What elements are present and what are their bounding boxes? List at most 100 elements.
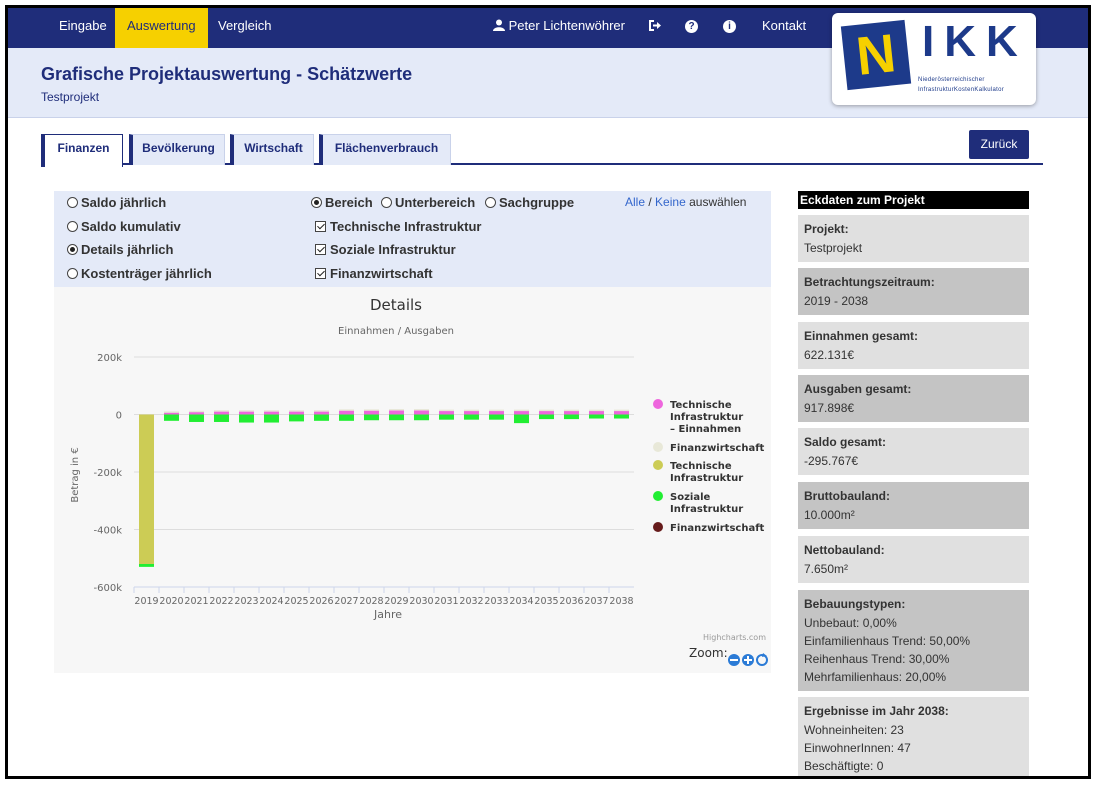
legend-item[interactable]: Technische Infrastruktur – Einnahmen: [653, 399, 743, 435]
radio-unterbereich[interactable]: Unterbereich: [381, 195, 475, 210]
user-name: Peter Lichtenwöhrer: [508, 18, 625, 33]
zoom-in-icon[interactable]: [742, 654, 754, 666]
checkbox[interactable]: [315, 221, 326, 232]
chart-bar[interactable]: [314, 414, 329, 421]
chart-bar[interactable]: [189, 410, 204, 413]
chart-bar[interactable]: [314, 410, 329, 412]
info-icon[interactable]: i: [723, 8, 736, 48]
radio-details-jaehrlich[interactable]: Details jährlich: [67, 242, 173, 257]
radio-saldo-kumulativ[interactable]: Saldo kumulativ: [67, 219, 181, 234]
chart-bar[interactable]: [489, 409, 504, 412]
zoom-reset-icon[interactable]: [756, 653, 768, 666]
checkbox[interactable]: [315, 244, 326, 255]
chart-bar[interactable]: [414, 414, 429, 421]
chart-bar[interactable]: [514, 409, 529, 412]
nav-kontakt[interactable]: Kontakt: [762, 8, 806, 48]
radio-button[interactable]: [381, 197, 392, 208]
chart-bar[interactable]: [239, 410, 254, 412]
checkbox[interactable]: [315, 268, 326, 279]
chart-bar[interactable]: [589, 409, 604, 412]
chart-bar[interactable]: [414, 409, 429, 411]
chart-bar[interactable]: [364, 410, 379, 415]
nav-eingabe[interactable]: Eingabe: [47, 8, 119, 48]
chart-bar[interactable]: [614, 409, 629, 412]
chart-bar[interactable]: [139, 564, 154, 567]
chart-bar[interactable]: [289, 410, 304, 412]
legend-item[interactable]: Technische Infrastruktur: [653, 460, 743, 484]
back-button[interactable]: Zurück: [969, 130, 1029, 159]
chart-bar[interactable]: [389, 409, 404, 415]
chart-bar[interactable]: [139, 414, 154, 565]
chart-bar[interactable]: [264, 414, 279, 423]
chart-bar[interactable]: [239, 414, 254, 423]
logo-n-block: N: [840, 19, 912, 91]
chart-bar[interactable]: [614, 414, 629, 419]
radio-sachgruppe[interactable]: Sachgruppe: [485, 195, 574, 210]
radio-button-selected[interactable]: [311, 197, 322, 208]
select-all-link[interactable]: Alle: [625, 195, 645, 209]
tab-bevoelkerung[interactable]: Bevölkerung: [129, 134, 225, 165]
legend-item[interactable]: Finanzwirtschaft: [653, 522, 765, 534]
radio-saldo-jaehrlich[interactable]: Saldo jährlich: [67, 195, 166, 210]
legend-item[interactable]: Soziale Infrastruktur: [653, 491, 743, 515]
chart-bar[interactable]: [339, 409, 354, 411]
chart-bar[interactable]: [364, 414, 379, 421]
chart-bar[interactable]: [539, 414, 554, 420]
select-none-link[interactable]: Keine: [655, 195, 686, 209]
x-tick-label: 2036: [559, 596, 583, 607]
chart-bar[interactable]: [464, 409, 479, 412]
radio-bereich[interactable]: Bereich: [311, 195, 373, 210]
card-label: Bebauungstypen:: [804, 597, 906, 611]
tab-finanzen[interactable]: Finanzen: [41, 134, 123, 167]
chart-bar[interactable]: [589, 414, 604, 419]
radio-button[interactable]: [67, 197, 78, 208]
radio-button-selected[interactable]: [67, 244, 78, 255]
chart-bar[interactable]: [389, 409, 404, 411]
check-finanzwirtschaft[interactable]: Finanzwirtschaft: [315, 266, 433, 281]
chart-bar[interactable]: [564, 414, 579, 420]
y-tick-label: -600k: [94, 583, 123, 594]
chart-bar[interactable]: [264, 410, 279, 412]
radio-kostentraeger-jaehrlich[interactable]: Kostenträger jährlich: [67, 266, 212, 281]
chart-bar[interactable]: [439, 409, 454, 412]
chart-bar[interactable]: [214, 414, 229, 422]
chart-bar[interactable]: [564, 409, 579, 412]
legend-item[interactable]: Finanzwirtschaft: [653, 442, 765, 454]
check-soziale-infrastruktur[interactable]: Soziale Infrastruktur: [315, 242, 456, 257]
radio-button[interactable]: [485, 197, 496, 208]
tab-wirtschaft[interactable]: Wirtschaft: [230, 134, 314, 165]
chart-bar[interactable]: [214, 410, 229, 412]
chart-bar[interactable]: [539, 409, 554, 412]
chart-bar[interactable]: [164, 414, 179, 421]
nav-auswertung[interactable]: Auswertung: [115, 8, 208, 48]
tab-flaechenverbrauch[interactable]: Flächenverbrauch: [319, 134, 451, 165]
chart-title: Details: [370, 296, 422, 314]
help-icon[interactable]: ?: [685, 8, 698, 48]
card-label: Nettobauland:: [804, 543, 885, 557]
radio-button[interactable]: [67, 221, 78, 232]
chart-bar[interactable]: [414, 409, 429, 415]
check-technische-infrastruktur[interactable]: Technische Infrastruktur: [315, 219, 481, 234]
nav-vergleich[interactable]: Vergleich: [206, 8, 283, 48]
chart-bar[interactable]: [289, 414, 304, 422]
chart-bar[interactable]: [364, 409, 379, 411]
chart-bar[interactable]: [389, 414, 404, 421]
chart-bar[interactable]: [489, 414, 504, 420]
user-menu[interactable]: Peter Lichtenwöhrer: [493, 8, 625, 48]
card-label: Betrachtungszeitraum:: [804, 275, 935, 289]
chart-bar[interactable]: [439, 414, 454, 420]
chart-bar[interactable]: [339, 414, 354, 421]
zoom-out-icon[interactable]: [728, 654, 740, 666]
legend-label: Finanzwirtschaft: [670, 443, 765, 454]
radio-button[interactable]: [67, 268, 78, 279]
x-tick-label: 2024: [259, 596, 283, 607]
legend-marker: [653, 522, 663, 532]
panel-card: Ergebnisse im Jahr 2038: Wohneinheiten: 2…: [798, 697, 1029, 776]
chart-bar[interactable]: [514, 414, 529, 424]
chart-bar[interactable]: [164, 411, 179, 413]
legend-label: Soziale Infrastruktur: [670, 492, 743, 515]
chart-bar[interactable]: [339, 410, 354, 415]
logout-icon[interactable]: [648, 8, 661, 48]
chart-bar[interactable]: [464, 414, 479, 420]
chart-bar[interactable]: [189, 414, 204, 422]
